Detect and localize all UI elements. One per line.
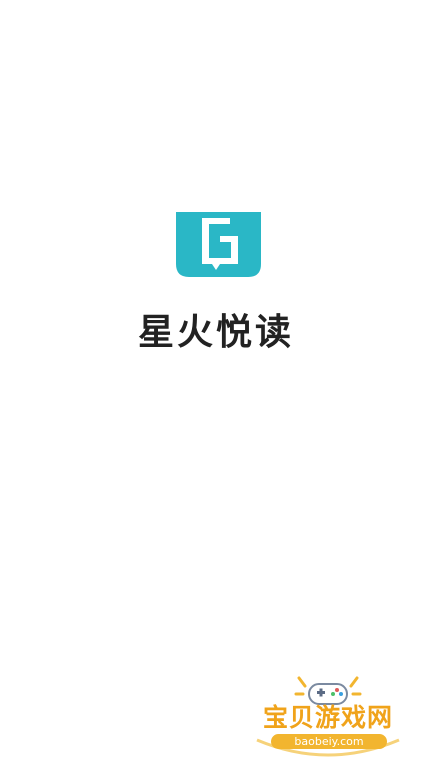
watermark-domain-bar: baobeiy.com: [271, 734, 387, 749]
watermark: 宝贝游戏网 baobeiy.com: [253, 672, 403, 762]
splash-screen: 星火悦读 宝贝游戏网 baobeiy.com: [0, 0, 432, 768]
app-name: 星火悦读: [137, 312, 294, 353]
watermark-domain: baobeiy.com: [294, 735, 364, 748]
app-logo-icon: [176, 212, 261, 277]
